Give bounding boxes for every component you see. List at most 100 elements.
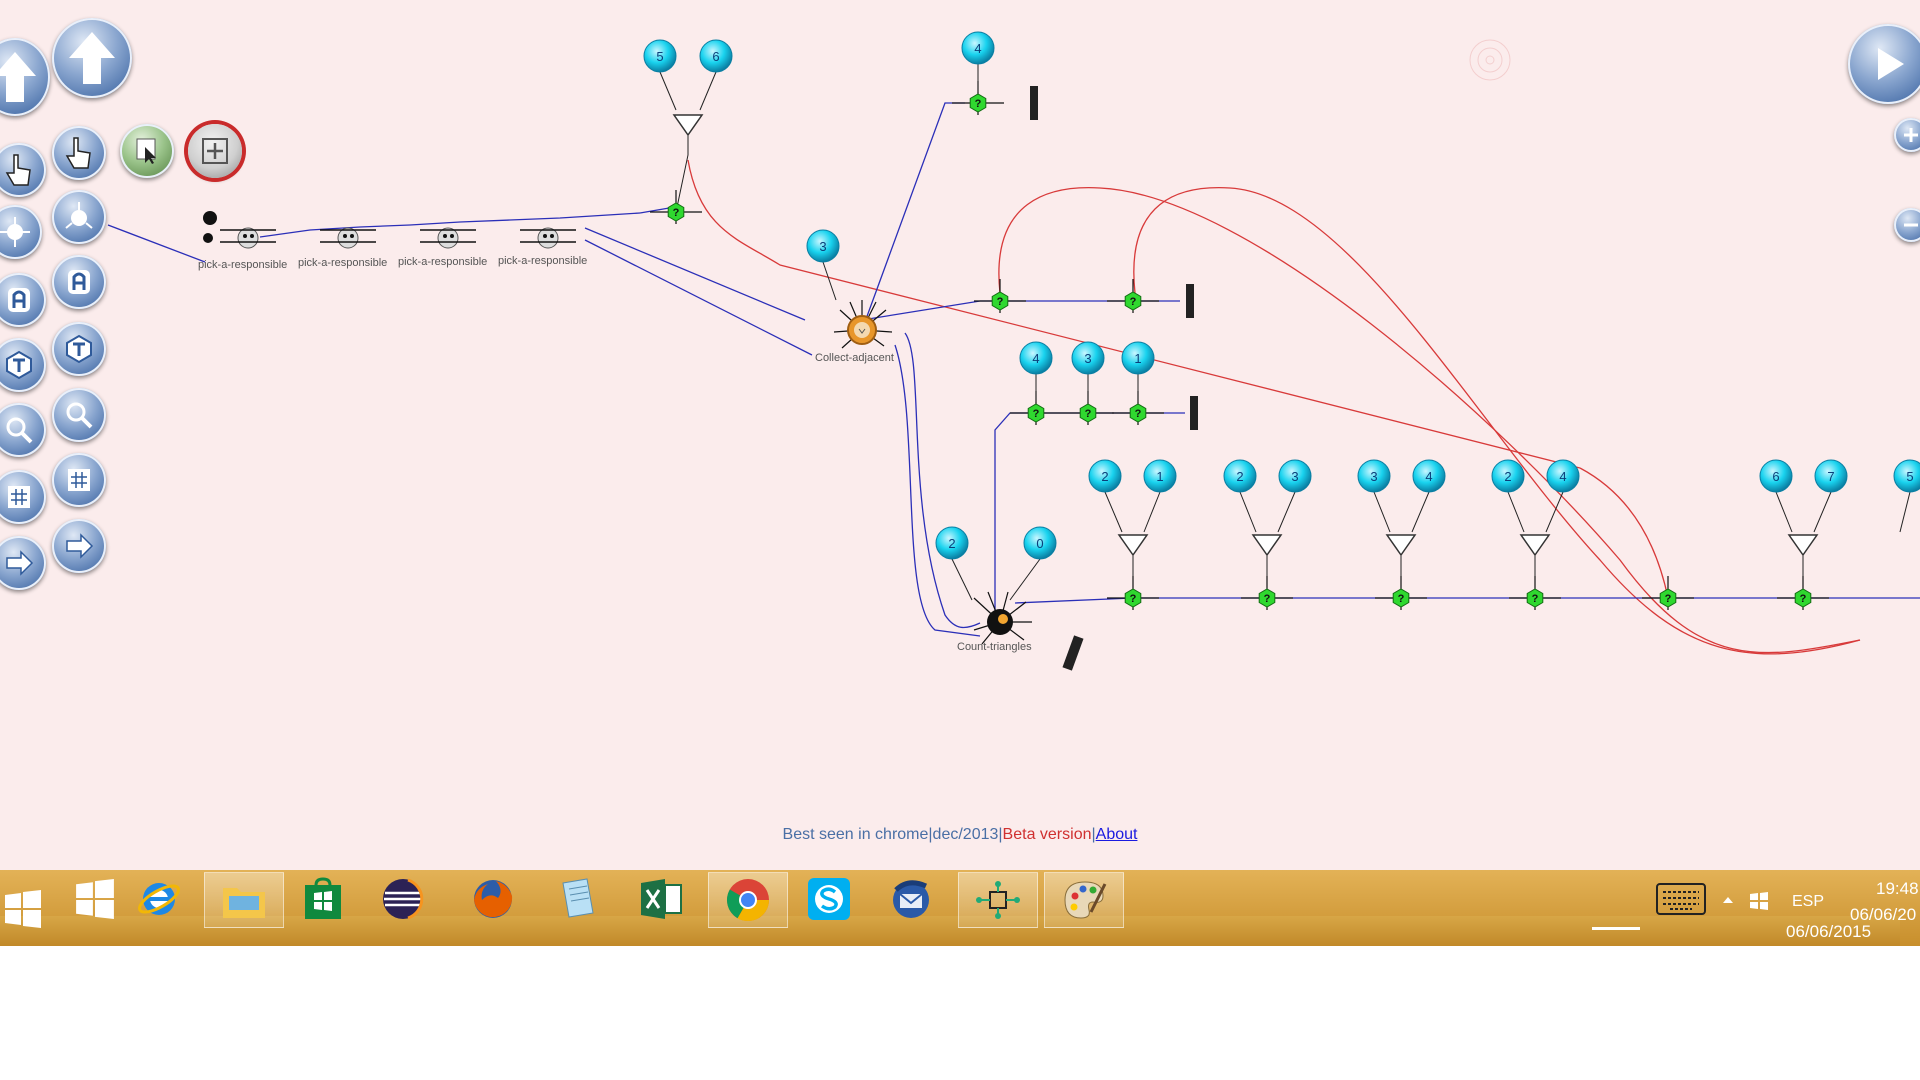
decision-question-icon: ? [1085, 408, 1092, 420]
arrow-up-icon[interactable] [52, 18, 132, 98]
workflow-graph[interactable]: ????????????? 5 6 4 3 4 3 1 2 0 2 1 2 3 3 4 2 4 6 7 5 pick-… [0, 0, 1920, 870]
decision-node[interactable]: ? [1642, 576, 1694, 610]
number-node[interactable]: 4 [1019, 341, 1053, 375]
number-node[interactable]: 3 [1278, 459, 1312, 493]
tray-chevron-up-icon[interactable] [1720, 892, 1736, 908]
number-node-link [822, 261, 837, 301]
number-node[interactable]: 0 [1023, 526, 1057, 560]
red-edge [998, 187, 1861, 654]
about-link[interactable]: About [1096, 826, 1138, 843]
number-node[interactable]: 1 [1143, 459, 1177, 493]
number-node-label: 1 [1134, 351, 1141, 366]
decision-question-icon: ? [1665, 593, 1672, 605]
paint-icon[interactable] [1044, 872, 1124, 928]
number-node-link [1104, 491, 1123, 533]
language-indicator[interactable]: ESP [1792, 893, 1824, 911]
play-icon[interactable] [1848, 24, 1920, 104]
notepad-icon[interactable] [538, 872, 616, 926]
decision-node[interactable]: ? [974, 279, 1026, 313]
select-arrow-icon[interactable] [120, 124, 174, 178]
connect-node-icon[interactable] [52, 190, 106, 244]
count-triangles-node[interactable] [973, 591, 1032, 645]
number-node-label: 5 [656, 49, 663, 64]
pick-a-responsible-node[interactable] [520, 227, 576, 249]
collect-adjacent-node[interactable] [833, 300, 893, 349]
pick-label-4: pick-a-responsible [498, 255, 587, 267]
blue-edge [904, 332, 981, 629]
number-node[interactable]: 2 [1491, 459, 1525, 493]
number-node-link [659, 71, 677, 111]
number-node[interactable]: 3 [1357, 459, 1391, 493]
decision-question-icon: ? [673, 207, 680, 219]
number-node-link [1373, 491, 1391, 533]
file-explorer-icon[interactable] [204, 872, 284, 928]
pick-a-responsible-node[interactable] [203, 211, 276, 249]
decision-node[interactable]: ? [650, 190, 702, 224]
decision-node[interactable]: ? [1241, 576, 1293, 610]
number-node[interactable]: 3 [1071, 341, 1105, 375]
number-node[interactable]: 2 [935, 526, 969, 560]
number-node[interactable]: 4 [1412, 459, 1446, 493]
skype-icon[interactable] [790, 872, 868, 926]
number-node[interactable]: 2 [1088, 459, 1122, 493]
number-node-label: 2 [1101, 469, 1108, 484]
pick-a-responsible-node[interactable] [320, 227, 376, 249]
merge-triangle [1519, 534, 1551, 557]
blue-edge [107, 224, 206, 263]
pick-label-1: pick-a-responsible [198, 259, 287, 271]
excel-icon[interactable] [622, 872, 700, 926]
number-node[interactable]: 5 [1893, 459, 1920, 493]
number-node[interactable]: 1 [1121, 341, 1155, 375]
clock-time[interactable]: 19:48 [1876, 879, 1919, 899]
pick-a-responsible-node[interactable] [420, 227, 476, 249]
decision-node[interactable]: ? [1107, 279, 1159, 313]
decision-node[interactable]: ? [1509, 576, 1561, 610]
export-arrow-icon[interactable] [52, 519, 106, 573]
text-a-icon[interactable] [52, 255, 106, 309]
blue-edge [1014, 597, 1920, 604]
decision-question-icon: ? [1398, 593, 1405, 605]
zoom-out-icon[interactable] [1894, 208, 1920, 242]
text-t-icon[interactable] [52, 322, 106, 376]
grid-icon[interactable] [52, 453, 106, 507]
decision-node[interactable]: ? [1375, 576, 1427, 610]
number-node[interactable]: 4 [1546, 459, 1580, 493]
firefox-icon[interactable] [454, 872, 532, 926]
number-node[interactable]: 4 [961, 31, 995, 65]
number-node[interactable]: 5 [643, 39, 677, 73]
footer-bar: Best seen in chrome|dec/2013|Beta versio… [0, 826, 1920, 844]
chrome-icon[interactable] [708, 872, 788, 928]
keyboard-icon[interactable] [1650, 872, 1712, 926]
number-node[interactable]: 3 [806, 229, 840, 263]
decision-question-icon: ? [1135, 408, 1142, 420]
zoom-in-icon[interactable] [1894, 118, 1920, 152]
windows-store-icon[interactable] [284, 872, 362, 926]
terminal-bar [1030, 86, 1038, 120]
number-node-label: 3 [1370, 469, 1377, 484]
number-node[interactable]: 2 [1223, 459, 1257, 493]
number-node-label: 6 [712, 49, 719, 64]
number-node-label: 6 [1772, 469, 1779, 484]
windows-start-icon[interactable] [0, 882, 46, 936]
decision-question-icon: ? [997, 296, 1004, 308]
thunderbird-icon[interactable] [872, 872, 950, 926]
graph-canvas[interactable]: ????????????? 5 6 4 3 4 3 1 2 0 2 1 2 3 3 4 2 4 6 7 5 pick-… [0, 0, 1920, 870]
decision-node[interactable]: ? [1777, 576, 1829, 610]
merge-triangle [1385, 534, 1417, 557]
zoom-icon[interactable] [52, 388, 106, 442]
action-center-icon[interactable] [1748, 890, 1770, 912]
internet-explorer-icon[interactable] [120, 872, 198, 926]
pick-label-3: pick-a-responsible [398, 256, 487, 268]
eclipse-icon[interactable] [364, 872, 442, 926]
decision-node[interactable]: ? [1107, 576, 1159, 610]
add-element-icon[interactable] [188, 124, 242, 178]
terminal-bar [1186, 284, 1194, 318]
number-node-label: 3 [1291, 469, 1298, 484]
number-node[interactable]: 6 [1759, 459, 1793, 493]
best-seen-text: Best seen in chrome|dec/2013| [782, 826, 1003, 843]
number-node-link [1899, 491, 1911, 533]
pointer-hand-icon[interactable] [52, 126, 106, 180]
network-app-icon[interactable] [958, 872, 1038, 928]
number-node[interactable]: 7 [1814, 459, 1848, 493]
number-node[interactable]: 6 [699, 39, 733, 73]
